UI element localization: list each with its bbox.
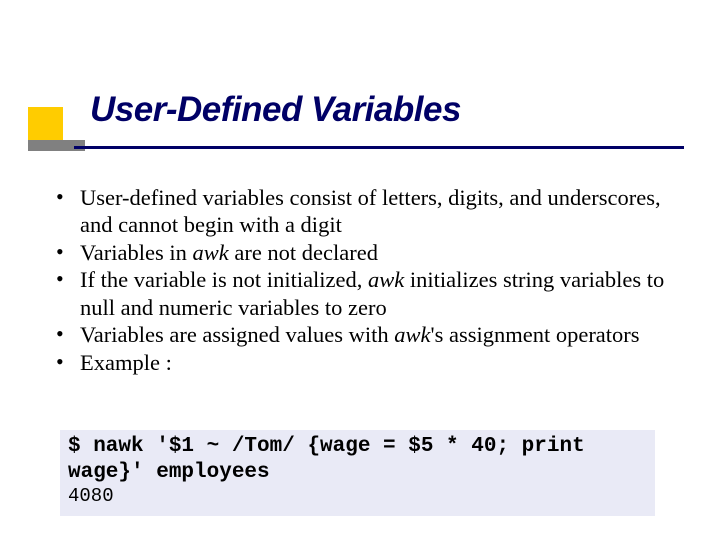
bullet-text: User-defined variables consist of letter… [80,185,661,237]
code-example: $ nawk '$1 ~ /Tom/ {wage = $5 * 40; prin… [60,430,655,516]
bullet-text: 's assignment operators [431,322,640,347]
code-output: 4080 [68,485,647,508]
slide: User-Defined Variables User-defined vari… [0,0,720,540]
title-underline [74,146,684,149]
bullet-text: Variables in [80,240,192,265]
bullet-text: If the variable is not initialized, [80,267,368,292]
bullet-item: If the variable is not initialized, awk … [50,266,665,321]
italic-awk: awk [368,267,404,292]
italic-awk: awk [192,240,228,265]
code-line: $ nawk '$1 ~ /Tom/ {wage = $5 * 40; prin… [68,434,647,485]
bullet-text: Variables are assigned values with [80,322,394,347]
slide-title: User-Defined Variables [90,90,461,130]
italic-awk: awk [394,322,430,347]
bullet-text: Example : [80,350,172,375]
bullet-item: Example : [50,349,665,376]
bullet-item: User-defined variables consist of letter… [50,184,665,239]
bullet-item: Variables are assigned values with awk's… [50,321,665,348]
bullet-text: are not declared [229,240,378,265]
bullet-list: User-defined variables consist of letter… [50,184,665,376]
body-area: User-defined variables consist of letter… [50,184,665,376]
bullet-item: Variables in awk are not declared [50,239,665,266]
